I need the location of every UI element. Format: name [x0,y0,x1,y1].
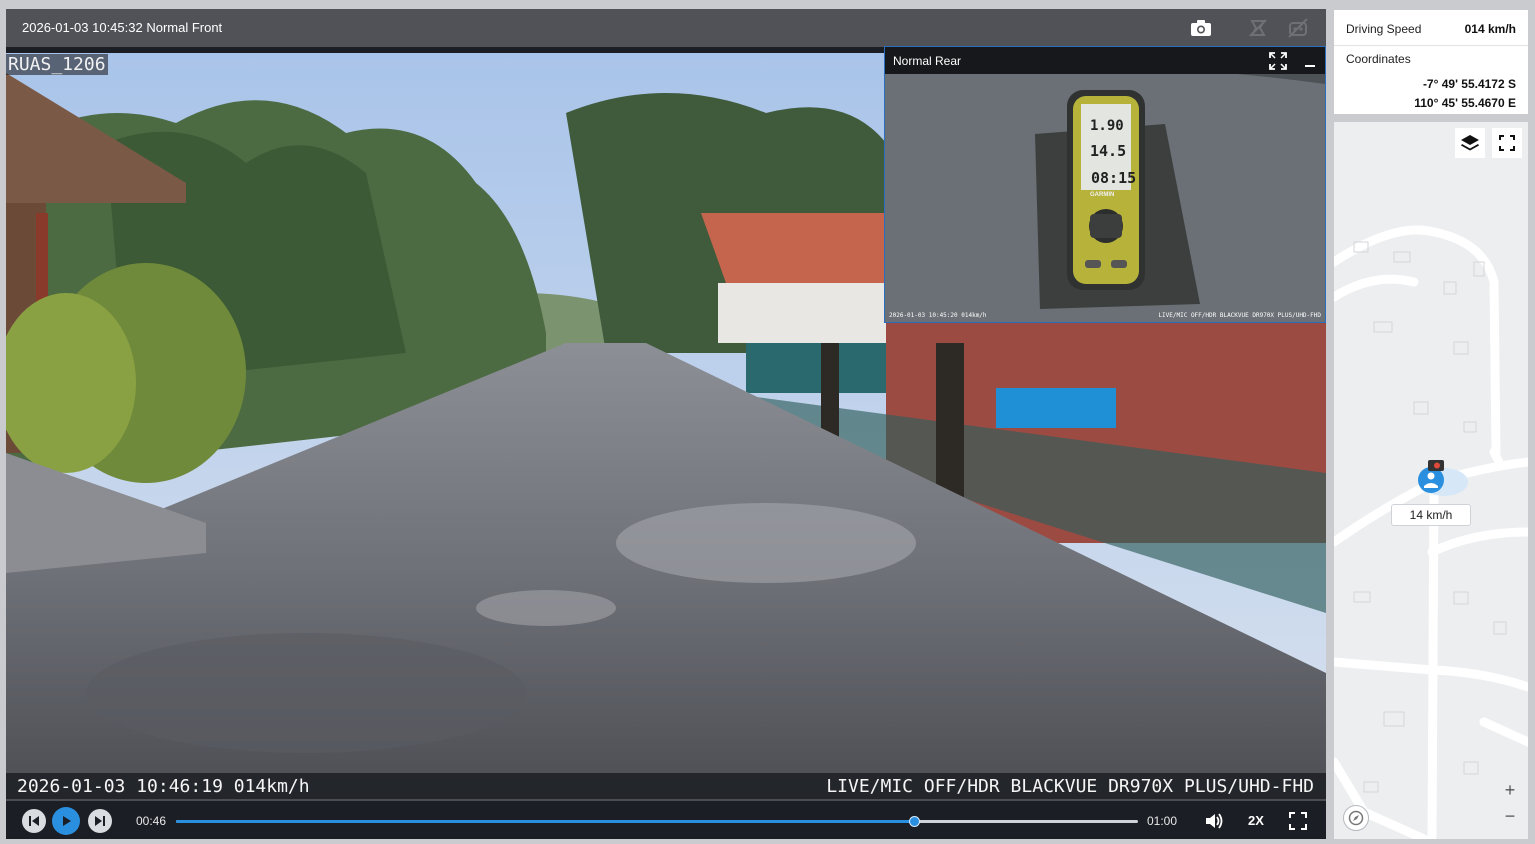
map-view[interactable]: 14 km/h + − [1334,122,1528,839]
compass-button[interactable] [1343,805,1369,831]
current-time: 00:46 [136,814,167,828]
volume-button[interactable] [1202,809,1226,833]
osd-timestamp-speed: 2026-01-03 10:46:19 014km/h [17,776,310,797]
skip-forward-icon [95,816,105,826]
skip-back-icon [29,816,39,826]
info-card: Driving Speed 014 km/h Coordinates -7° 4… [1334,10,1528,114]
fullscreen-icon [1289,812,1307,830]
play-icon [63,816,71,826]
rear-title: Normal Rear [893,54,962,68]
next-button[interactable] [88,809,112,833]
rear-screen-line-3: 08:15 [1091,169,1137,187]
rear-device-brand: GARMIN [1090,192,1115,198]
map-fullscreen-button[interactable] [1492,128,1522,158]
progress-fill [176,820,914,823]
rear-video[interactable]: 1.90 14.5 08:15 GARMIN 2026-01-03 10:45:… [885,74,1325,322]
robot-icon[interactable] [1287,17,1309,39]
expand-icon[interactable] [1269,52,1287,70]
zoom-out-button[interactable]: − [1498,804,1522,828]
longitude-value: 110° 45' 55.4670 E [1414,96,1516,110]
map-layers-button[interactable] [1455,128,1485,158]
rear-osd-left: 2026-01-03 10:45:20 014km/h [889,312,987,319]
rear-screen-line-1: 1.90 [1090,118,1124,134]
minimize-icon[interactable] [1301,52,1319,70]
zoom-in-button[interactable]: + [1498,778,1522,802]
rear-screen-line-2: 14.5 [1090,142,1127,160]
rear-osd-right: LIVE/MIC OFF/HDR BLACKVUE DR970X PLUS/UH… [1158,312,1321,319]
playback-rate-button[interactable]: 2X [1248,813,1264,828]
progress-bar[interactable] [176,816,1138,827]
playback-controls: 00:46 01:00 2X [6,803,1326,839]
osd-device-info: LIVE/MIC OFF/HDR BLACKVUE DR970X PLUS/UH… [826,776,1314,797]
compass-icon [1348,810,1364,826]
progress-handle[interactable] [908,816,920,827]
play-button[interactable] [52,807,80,835]
player-header: 2026-01-03 10:45:32 Normal Front [6,9,1326,47]
layers-icon [1461,135,1479,151]
previous-button[interactable] [22,809,46,833]
expand-icon [1499,135,1515,151]
total-time: 01:00 [1147,814,1178,828]
latitude-value: -7° 49' 55.4172 S [1422,77,1516,91]
volume-icon [1206,813,1223,829]
camera-name-overlay: RUAS_1206 [6,54,108,75]
speed-label: Driving Speed [1346,22,1422,36]
player-title: 2026-01-03 10:45:32 Normal Front [22,20,223,35]
fullscreen-button[interactable] [1286,809,1310,833]
app-root: 2026-01-03 10:45:32 Normal Front RUAS_12… [0,0,1535,844]
vehicle-speed-tag: 14 km/h [1391,504,1471,526]
video-player: 2026-01-03 10:45:32 Normal Front RUAS_12… [6,9,1326,839]
coordinates-label: Coordinates [1346,52,1411,66]
rear-video-pip[interactable]: Normal Rear 1.90 14.5 08:15 GARMIN 2026-… [884,46,1326,323]
speed-row: Driving Speed 014 km/h [1334,10,1528,46]
camera-icon[interactable] [1190,17,1212,39]
rear-header: Normal Rear [885,47,1325,74]
speed-value: 014 km/h [1464,22,1516,36]
video-osd-bar: 2026-01-03 10:46:19 014km/h LIVE/MIC OFF… [6,773,1326,799]
no-smoking-icon[interactable] [1247,17,1269,39]
